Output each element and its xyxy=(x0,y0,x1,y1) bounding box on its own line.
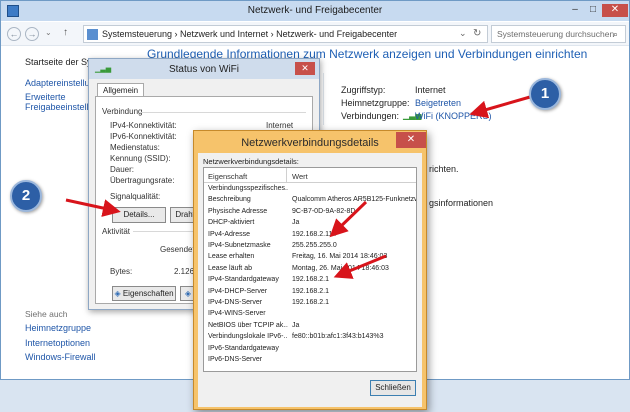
arrow-to-details-button xyxy=(65,198,121,217)
arrow-to-gateway xyxy=(333,254,387,279)
arrow-to-wifi-link xyxy=(469,95,531,119)
annotation-arrows xyxy=(65,95,531,279)
callout-badge-2: 2 xyxy=(10,180,42,212)
callout-badge-1: 1 xyxy=(529,78,561,110)
arrow-to-ipv4-address xyxy=(329,200,368,238)
